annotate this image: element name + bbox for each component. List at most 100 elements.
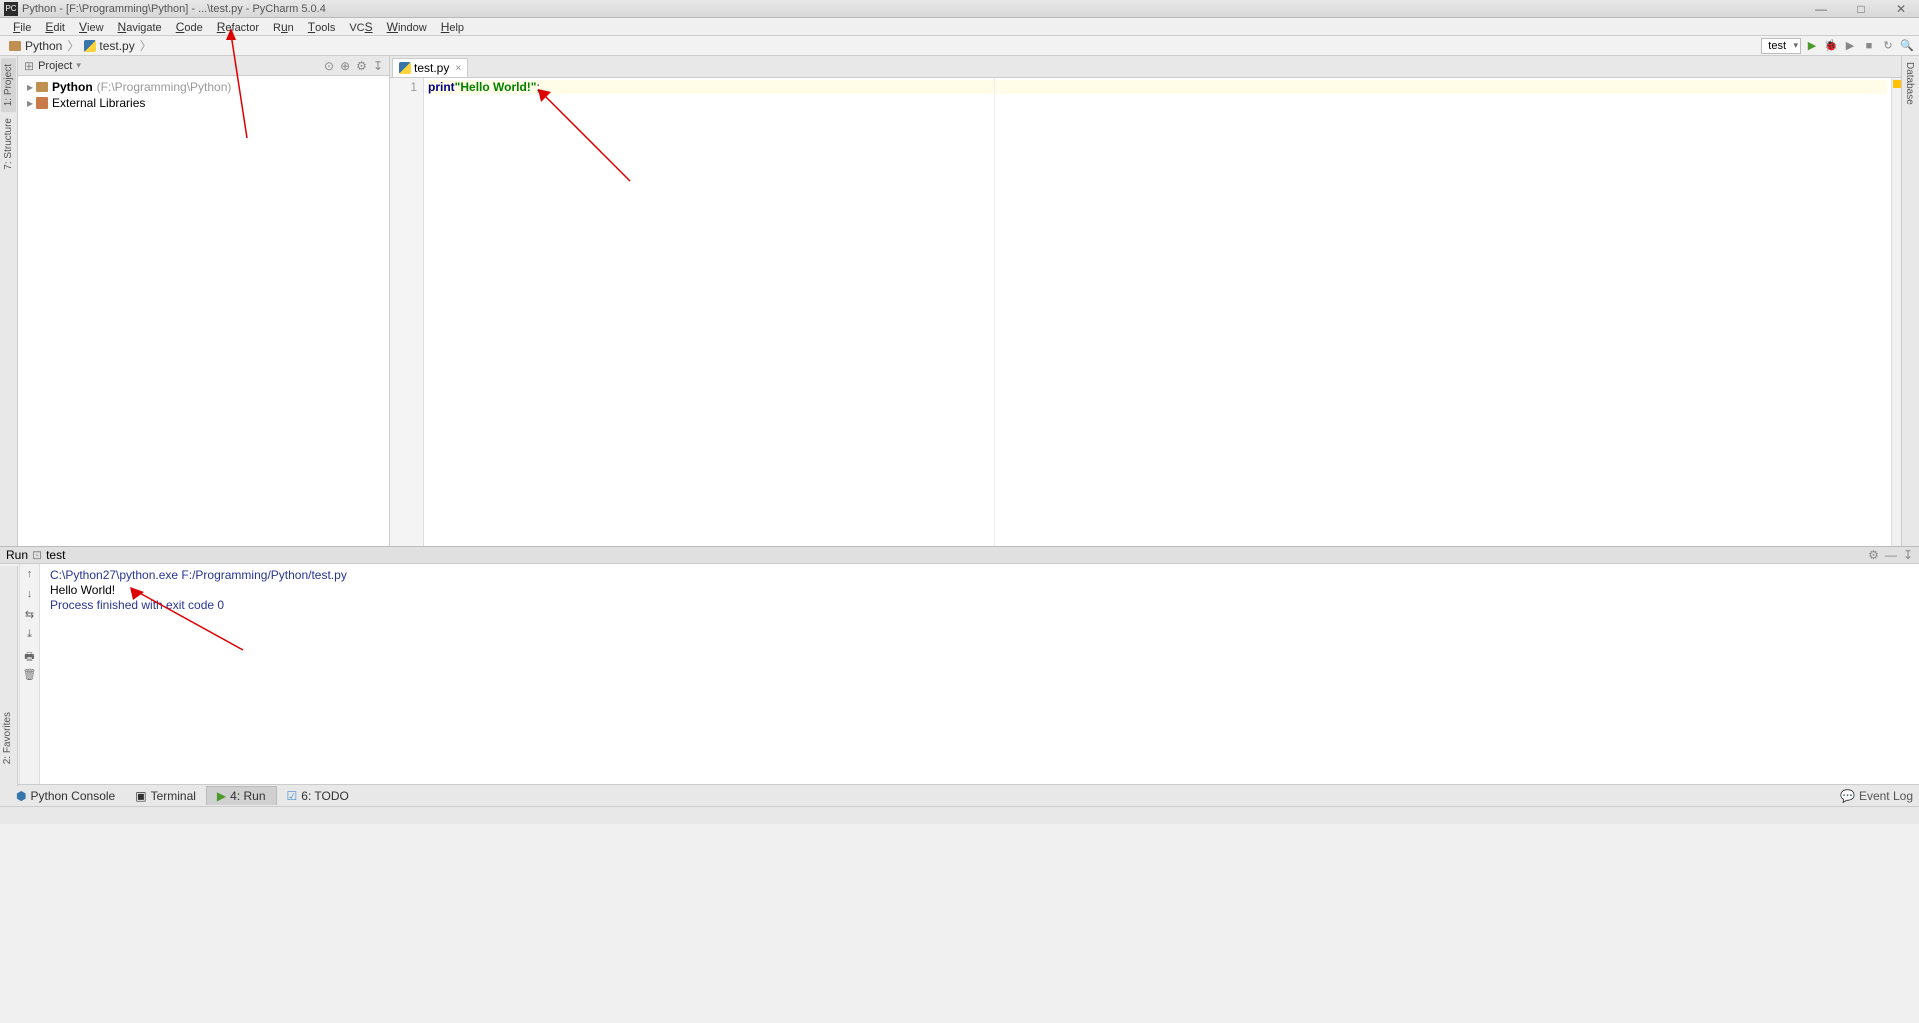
code-line[interactable]: print"Hello World!"; <box>428 80 1887 94</box>
console-output[interactable]: C:\Python27\python.exe F:/Programming/Py… <box>40 564 1919 784</box>
editor-tab[interactable]: test.py × <box>392 58 468 77</box>
console-stdout: Hello World! <box>50 583 1909 598</box>
scroll-to-end-icon[interactable]: ⤓ <box>23 628 37 642</box>
hide-panel-icon[interactable]: ↧ <box>373 59 383 73</box>
event-log-label: Event Log <box>1859 789 1913 803</box>
tree-external-libs-label: External Libraries <box>52 96 145 110</box>
nav-bar: Python 〉 test.py 〉 test ▶ 🐞 ▶ ■ ↻ 🔍 <box>0 36 1919 56</box>
window-title: Python - [F:\Programming\Python] - ...\t… <box>22 3 326 15</box>
tab-terminal[interactable]: ▣ Terminal <box>125 787 206 805</box>
up-button[interactable]: ↑ <box>23 568 37 582</box>
expand-arrow-icon[interactable]: ▸ <box>24 80 36 94</box>
stop-button[interactable]: ■ <box>1861 38 1877 54</box>
menu-help[interactable]: Help <box>434 20 471 34</box>
close-tab-icon[interactable]: × <box>455 63 461 74</box>
collapse-all-icon[interactable]: ⊙ <box>324 59 334 73</box>
project-panel: ⊞ Project ▾ ⊙ ⊕ ⚙ ↧ ▸ Python (F:\Program… <box>18 56 390 546</box>
left-bottom-gutter: 2: Favorites <box>0 566 18 786</box>
semicolon: ; <box>537 80 540 94</box>
run-button[interactable]: ▶ <box>1804 38 1820 54</box>
bottom-tool-tabs: ⬢ Python Console ▣ Terminal ▶ 4: Run ☑ 6… <box>0 784 1919 806</box>
run-with-coverage-button[interactable]: ▶ <box>1842 38 1858 54</box>
menu-vcs[interactable]: VCS <box>342 20 379 34</box>
debug-button[interactable]: 🐞 <box>1823 38 1839 54</box>
down-button[interactable]: ↓ <box>23 588 37 602</box>
editor-tab-name: test.py <box>414 61 449 75</box>
warning-marker[interactable] <box>1893 80 1901 88</box>
project-panel-header: ⊞ Project ▾ ⊙ ⊕ ⚙ ↧ <box>18 56 389 76</box>
event-log-icon: 💬 <box>1840 789 1855 803</box>
expand-arrow-icon[interactable]: ▸ <box>24 96 36 110</box>
settings-icon[interactable]: ⚙ <box>356 59 367 73</box>
tree-external-libs[interactable]: ▸ External Libraries <box>24 95 383 111</box>
run-panel: ▶ ■ ‖ ▦ ⎘ ✕ ? ↑ ↓ ⇆ ⤓ 🖶 🗑 C:\Python27\py… <box>0 564 1919 784</box>
status-bar <box>0 806 1919 824</box>
breadcrumb-file-label: test.py <box>99 39 134 53</box>
menu-refactor[interactable]: Refactor <box>210 20 266 34</box>
python-file-icon <box>84 40 96 52</box>
tree-root[interactable]: ▸ Python (F:\Programming\Python) <box>24 79 383 95</box>
editor-area: test.py × 1 print"Hello World!"; <box>390 56 1901 546</box>
tab-project[interactable]: 1: Project <box>1 58 16 112</box>
menu-run[interactable]: Run <box>266 20 301 34</box>
tab-structure[interactable]: 7: Structure <box>1 112 16 176</box>
panel-mode-icon[interactable]: ⊞ <box>24 59 34 73</box>
tab-label: Terminal <box>151 789 196 803</box>
menu-bar: File Edit View Navigate Code Refactor Ru… <box>0 18 1919 36</box>
tab-python-console[interactable]: ⬢ Python Console <box>6 787 125 805</box>
menu-code[interactable]: Code <box>169 20 210 34</box>
app-icon: PC <box>4 2 18 16</box>
left-tool-gutter: 1: Project 7: Structure <box>0 56 18 546</box>
editor-body[interactable]: 1 print"Hello World!"; <box>390 78 1901 546</box>
tree-root-name: Python <box>52 80 93 94</box>
line-number: 1 <box>390 80 417 94</box>
editor-tabs: test.py × <box>390 56 1901 78</box>
tab-database[interactable]: Database <box>1902 56 1917 111</box>
run-config-dropdown[interactable]: test <box>1761 38 1801 54</box>
rerun-button[interactable]: ↻ <box>1880 38 1896 54</box>
tab-favorites[interactable]: 2: Favorites <box>0 706 15 770</box>
menu-navigate[interactable]: Navigate <box>111 20 169 34</box>
main-area: 1: Project 7: Structure ⊞ Project ▾ ⊙ ⊕ … <box>0 56 1919 546</box>
menu-window[interactable]: Window <box>380 20 434 34</box>
tab-label: Python Console <box>30 789 115 803</box>
menu-tools[interactable]: Tools <box>301 20 343 34</box>
folder-icon <box>36 82 48 92</box>
tree-root-path: (F:\Programming\Python) <box>97 80 232 94</box>
menu-file[interactable]: File <box>6 20 38 34</box>
print-icon[interactable]: 🖶 <box>23 648 37 662</box>
event-log-button[interactable]: 💬 Event Log <box>1840 789 1913 803</box>
python-icon: ⬢ <box>16 789 26 803</box>
title-bar: PC Python - [F:\Programming\Python] - ..… <box>0 0 1919 18</box>
project-tree: ▸ Python (F:\Programming\Python) ▸ Exter… <box>18 76 389 114</box>
run-panel-title-prefix: Run <box>6 548 28 562</box>
hide-panel-icon[interactable]: ↧ <box>1903 548 1913 562</box>
menu-view[interactable]: View <box>72 20 111 34</box>
minimize-panel-icon[interactable]: — <box>1885 548 1897 562</box>
tab-run[interactable]: ▶ 4: Run <box>206 786 277 805</box>
maximize-button[interactable]: □ <box>1847 2 1875 16</box>
breadcrumb-project[interactable]: Python <box>4 39 67 53</box>
console-command: C:\Python27\python.exe F:/Programming/Py… <box>50 568 1909 583</box>
scroll-from-source-icon[interactable]: ⊕ <box>340 59 350 73</box>
margin-guide <box>994 78 995 546</box>
search-button[interactable]: 🔍 <box>1899 38 1915 54</box>
breadcrumb-project-label: Python <box>25 39 62 53</box>
code-area[interactable]: print"Hello World!"; <box>424 78 1891 546</box>
gear-icon[interactable]: ⚙ <box>1868 548 1879 562</box>
tab-todo[interactable]: ☑ 6: TODO <box>277 787 359 805</box>
string-literal: "Hello World!" <box>455 80 537 94</box>
soft-wrap-icon[interactable]: ⇆ <box>23 608 37 622</box>
minimize-button[interactable]: — <box>1807 2 1835 16</box>
close-button[interactable]: ✕ <box>1887 2 1915 16</box>
breadcrumb-file[interactable]: test.py <box>79 39 139 53</box>
menu-edit[interactable]: Edit <box>38 20 72 34</box>
run-icon: ⊡ <box>32 548 42 562</box>
python-file-icon <box>399 62 411 74</box>
clear-all-icon[interactable]: 🗑 <box>23 668 37 682</box>
project-panel-title: Project <box>38 60 72 72</box>
line-gutter: 1 <box>390 78 424 546</box>
panel-dropdown-icon[interactable]: ▾ <box>76 60 81 71</box>
keyword: print <box>428 80 455 94</box>
run-panel-header: Run ⊡ test ⚙ — ↧ <box>0 546 1919 564</box>
